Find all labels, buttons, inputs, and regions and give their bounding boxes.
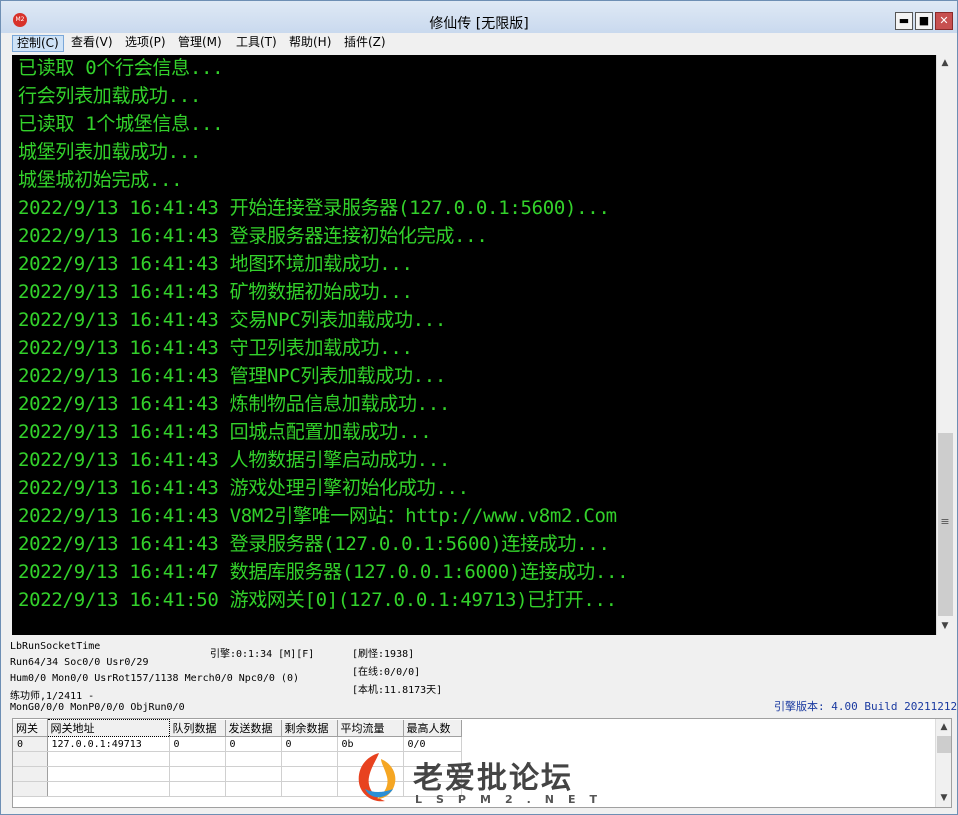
close-button[interactable]: ✕: [935, 12, 953, 30]
log-line: 2022/9/13 16:41:43 开始连接登录服务器(127.0.0.1:5…: [18, 197, 610, 219]
engine-version: 引擎版本: 4.00 Build 20211212: [774, 700, 958, 713]
log-line: 2022/9/13 16:41:43 登录服务器连接初始化完成...: [18, 225, 488, 247]
log-line: 2022/9/13 16:41:43 回城点配置加载成功...: [18, 421, 432, 443]
watermark-logo-icon: [358, 753, 396, 802]
log-line: 2022/9/13 16:41:43 地图环境加载成功...: [18, 253, 413, 275]
log-line: 2022/9/13 16:41:43 人物数据引擎启动成功...: [18, 449, 451, 471]
menu-manage[interactable]: 管理(M): [174, 35, 226, 52]
status-machine: [本机:11.8173天]: [352, 685, 443, 696]
menu-control[interactable]: 控制(C): [12, 35, 64, 52]
status-online: [在线:0/0/0]: [352, 667, 421, 678]
cell-send: [225, 781, 282, 797]
menu-help[interactable]: 帮助(H): [285, 35, 335, 52]
cell-address: [47, 781, 170, 797]
log-line: 行会列表加载成功...: [18, 85, 202, 107]
log-line: 2022/9/13 16:41:43 交易NPC列表加载成功...: [18, 309, 447, 331]
status-trainer: 练功师,1/2411 -: [10, 691, 95, 702]
menu-tools[interactable]: 工具(T): [232, 35, 281, 52]
col-gateway[interactable]: 网关: [13, 719, 48, 737]
col-max-users[interactable]: 最高人数: [403, 719, 462, 737]
cell-queue: [169, 751, 226, 767]
minimize-button[interactable]: ▬: [895, 12, 913, 30]
log-line: 2022/9/13 16:41:47 数据库服务器(127.0.0.1:6000…: [18, 561, 629, 583]
table-header-row: 网关 网关地址 队列数据 发送数据 剩余数据 平均流量 最高人数: [13, 719, 462, 737]
log-line: 2022/9/13 16:41:43 游戏处理引擎初始化成功...: [18, 477, 469, 499]
log-line: 城堡城初始完成...: [18, 169, 183, 191]
cell-send: [225, 766, 282, 782]
col-gateway-address[interactable]: 网关地址: [46, 719, 170, 737]
status-engine-time: 引擎:0:1:34 [M][F]: [210, 649, 315, 660]
table-scrollbar[interactable]: ▲ ▼: [935, 719, 951, 807]
scroll-down-icon[interactable]: ▼: [936, 790, 951, 807]
cell-send: 0: [225, 736, 282, 752]
scroll-up-icon[interactable]: ▲: [936, 719, 951, 736]
cell-address: 127.0.0.1:49713: [47, 736, 170, 752]
scroll-thumb[interactable]: [937, 736, 951, 753]
cell-remaining: [281, 751, 338, 767]
cell-remaining: [281, 766, 338, 782]
cell-address: [47, 766, 170, 782]
menu-plugins[interactable]: 插件(Z): [340, 35, 390, 52]
title-bar[interactable]: M2 修仙传 [无限版] ▬ ■ ✕: [1, 1, 957, 33]
log-line: 2022/9/13 16:41:43 炼制物品信息加载成功...: [18, 393, 451, 415]
log-line: 2022/9/13 16:41:50 游戏网关[0](127.0.0.1:497…: [18, 589, 617, 611]
log-console[interactable]: 已读取 0个行会信息... 行会列表加载成功... 已读取 1个城堡信息... …: [12, 55, 936, 635]
status-run: Run64/34 Soc0/0 Usr0/29: [10, 657, 149, 668]
status-socket-time: LbRunSocketTime: [10, 641, 101, 652]
app-window: M2 修仙传 [无限版] ▬ ■ ✕ 控制(C) 查看(V) 选项(P) 管理(…: [0, 0, 958, 815]
col-remaining-data[interactable]: 剩余数据: [281, 719, 338, 737]
log-line: 2022/9/13 16:41:43 管理NPC列表加载成功...: [18, 365, 447, 387]
status-panel: LbRunSocketTime Run64/34 Soc0/0 Usr0/29 …: [1, 637, 957, 717]
watermark-text: 老爱批论坛: [413, 761, 573, 796]
cell-gateway: [13, 781, 48, 797]
log-line: 城堡列表加载成功...: [18, 141, 202, 163]
status-hum: Hum0/0 Mon0/0 UsrRot157/1138 Merch0/0 Np…: [10, 673, 299, 684]
menu-bar: 控制(C) 查看(V) 选项(P) 管理(M) 工具(T) 帮助(H) 插件(Z…: [1, 33, 957, 53]
log-line: 2022/9/13 16:41:43 V8M2引擎唯一网站：http://www…: [18, 505, 617, 527]
col-send-data[interactable]: 发送数据: [225, 719, 282, 737]
cell-remaining: 0: [281, 736, 338, 752]
cell-gateway: [13, 766, 48, 782]
watermark-subtext: LSPM2.NET: [415, 793, 611, 806]
console-scrollbar[interactable]: ▲ ≡ ▼: [936, 55, 953, 635]
cell-queue: [169, 781, 226, 797]
cell-remaining: [281, 781, 338, 797]
log-line: 2022/9/13 16:41:43 矿物数据初始成功...: [18, 281, 413, 303]
cell-address: [47, 751, 170, 767]
log-line: 已读取 1个城堡信息...: [18, 113, 224, 135]
col-queue-data[interactable]: 队列数据: [169, 719, 226, 737]
window-title: 修仙传 [无限版]: [429, 16, 529, 32]
status-mong: MonG0/0/0 MonP0/0/0 ObjRun0/0: [10, 702, 185, 713]
menu-options[interactable]: 选项(P): [121, 35, 170, 52]
maximize-button[interactable]: ■: [915, 12, 933, 30]
cell-gateway: 0: [13, 736, 48, 752]
scroll-down-icon[interactable]: ▼: [937, 618, 953, 635]
cell-queue: 0: [169, 736, 226, 752]
scroll-up-icon[interactable]: ▲: [937, 55, 953, 72]
grip-icon: ≡: [940, 515, 950, 528]
cell-queue: [169, 766, 226, 782]
status-refresh: [刷怪:1938]: [352, 649, 415, 660]
cell-send: [225, 751, 282, 767]
log-line: 2022/9/13 16:41:43 登录服务器(127.0.0.1:5600)…: [18, 533, 610, 555]
col-avg-traffic[interactable]: 平均流量: [337, 719, 404, 737]
log-line: 已读取 0个行会信息...: [18, 57, 224, 79]
menu-view[interactable]: 查看(V): [67, 35, 117, 52]
cell-gateway: [13, 751, 48, 767]
log-line: 2022/9/13 16:41:43 守卫列表加载成功...: [18, 337, 413, 359]
watermark: 老爱批论坛 LSPM2.NET: [351, 749, 611, 809]
